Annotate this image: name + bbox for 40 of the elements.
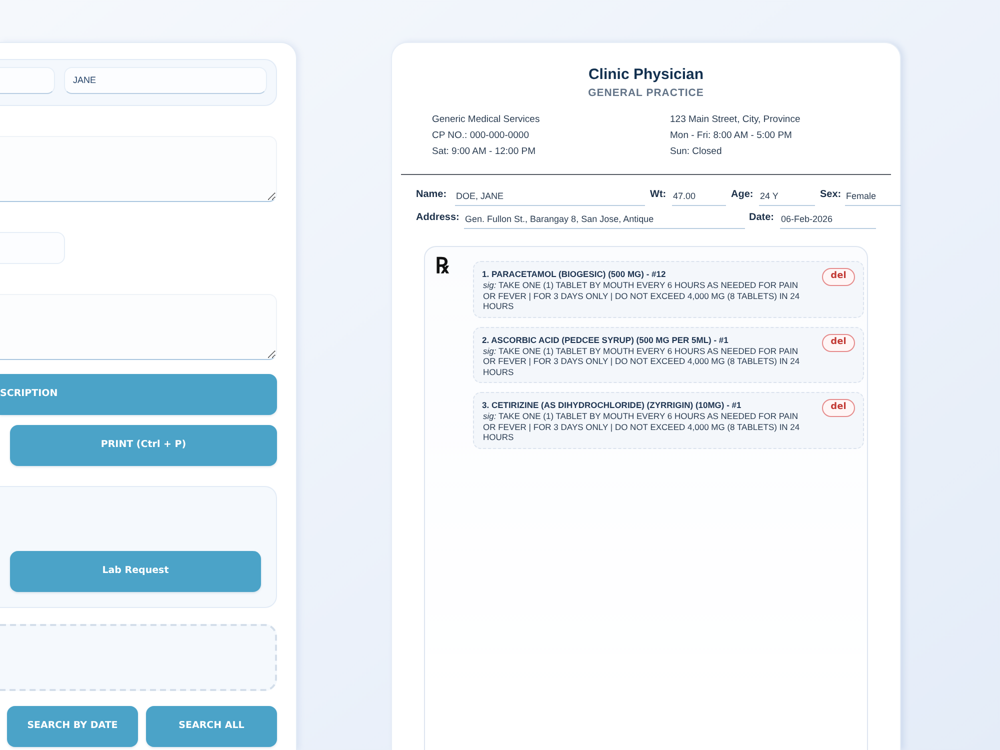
patient-field: DOE, JANE: [455, 186, 645, 206]
clinic-info-text: 123 Main Street, City, Province: [670, 113, 800, 127]
patient-field: 06-Feb-2026: [780, 209, 876, 229]
drug-title: 3. CETIRIZINE (AS DIHYDROCHLORIDE) (ZYRRIGIN) (10MG) - #1: [482, 400, 742, 411]
field-label: Date:: [749, 211, 776, 225]
delete-button[interactable]: del: [822, 399, 855, 417]
textarea-field[interactable]: [0, 294, 277, 360]
clinic-info-text: Sun: Closed: [670, 145, 722, 159]
textarea-field[interactable]: [0, 136, 277, 202]
lab-request-button[interactable]: Lab Request: [10, 551, 261, 592]
patient-field: 24 Y: [759, 186, 815, 206]
field-label: Address:: [416, 211, 460, 225]
clinic-info-text: Sat: 9:00 AM - 12:00 PM: [432, 145, 536, 159]
field-label: Age:: [731, 188, 754, 202]
input-field[interactable]: [0, 232, 65, 264]
patient-field: Female: [845, 186, 901, 206]
clinic-title: Clinic Physician: [588, 66, 704, 84]
field-label: Name:: [416, 188, 448, 202]
prescription-button[interactable]: SCRIPTION: [0, 374, 277, 415]
clinic-info-text: Generic Medical Services: [432, 113, 540, 127]
clinic-subtitle: GENERAL PRACTICE: [588, 86, 704, 100]
sig-text: sig: TAKE ONE (1) TABLET BY MOUTH EVERY 6 HOURS AS NEEDED FOR PAIN OR FEVER | FOR 3 DAYS ONLY | DO NOT EXCEED 4,000 MG (8 TABLETS) IN 24 HOURS: [482, 411, 801, 442]
search-button[interactable]: SEARCH BY DATE: [7, 706, 138, 747]
rx-symbol: ℞: [435, 253, 449, 279]
sig-text: sig: TAKE ONE (1) TABLET BY MOUTH EVERY 6 HOURS AS NEEDED FOR PAIN OR FEVER | FOR 3 DAYS ONLY | DO NOT EXCEED 4,000 MG (8 TABLETS) IN 24 HOURS: [482, 280, 801, 312]
field-label: Sex:: [820, 188, 842, 202]
delete-button[interactable]: del: [822, 268, 855, 286]
patient-field: Gen. Fullon St., Barangay 8, San Jose, Antique: [464, 209, 745, 229]
drug-title: 1. PARACETAMOL (BIOGESIC) (500 MG) - #12: [482, 269, 667, 280]
drug-title: 2. ASCORBIC ACID (PEDCEE SYRUP) (500 MG PER 5ML) - #1: [482, 334, 730, 346]
delete-button[interactable]: del: [822, 334, 855, 352]
clinic-info-text: Mon - Fri: 8:00 AM - 5:00 PM: [670, 129, 792, 143]
clinic-info-text: CP NO.: 000-000-0000: [432, 129, 529, 143]
patient-field: 47.00: [672, 186, 726, 206]
print-button[interactable]: PRINT (Ctrl + P): [10, 425, 277, 466]
input-field[interactable]: JANE: [64, 67, 267, 94]
field-label: Wt:: [650, 188, 668, 202]
input-field[interactable]: [0, 67, 55, 94]
search-button[interactable]: SEARCH ALL: [146, 706, 277, 747]
sig-text: sig: TAKE ONE (1) TABLET BY MOUTH EVERY 6 HOURS AS NEEDED FOR PAIN OR FEVER | FOR 3 DAYS ONLY | DO NOT EXCEED 4,000 MG (8 TABLETS) IN 24 HOURS: [482, 346, 801, 377]
